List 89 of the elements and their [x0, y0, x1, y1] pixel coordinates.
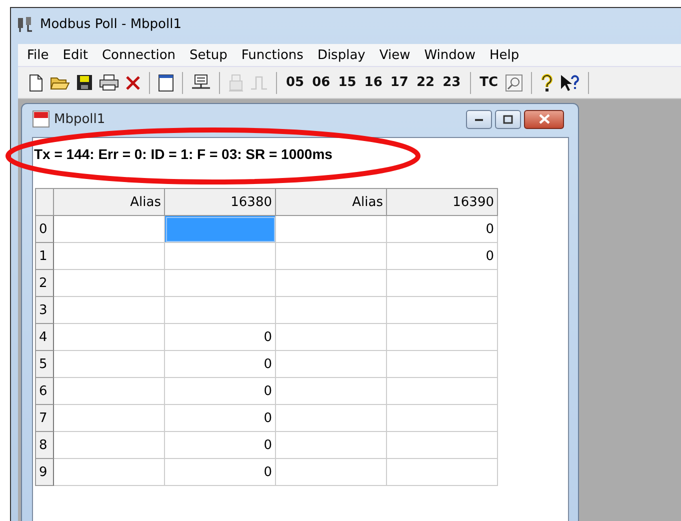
table-cell[interactable]: [387, 351, 498, 378]
table-cell[interactable]: [276, 378, 387, 405]
menu-item[interactable]: Connection: [94, 48, 183, 62]
close-button[interactable]: [524, 110, 564, 128]
table-cell[interactable]: [276, 297, 387, 324]
table-cell[interactable]: 0: [387, 243, 498, 270]
window-icon[interactable]: [158, 74, 174, 92]
table-cell[interactable]: [387, 459, 498, 486]
row-number: 4: [36, 324, 54, 351]
table-cell[interactable]: [165, 243, 276, 270]
row-number: 8: [36, 432, 54, 459]
close-icon: [538, 114, 550, 124]
minimize-button[interactable]: [466, 110, 492, 128]
table-cell[interactable]: [276, 351, 387, 378]
menu-item[interactable]: Setup: [182, 48, 234, 62]
table-cell[interactable]: [165, 216, 276, 243]
folder-icon[interactable]: [50, 74, 70, 90]
restore-button[interactable]: [495, 110, 521, 128]
status-text: Tx = 144: Err = 0: ID = 1: F = 03: SR = 1000ms: [34, 146, 332, 162]
table-cell[interactable]: [387, 297, 498, 324]
table-cell[interactable]: [276, 324, 387, 351]
table-cell[interactable]: [54, 378, 165, 405]
menu-item[interactable]: File: [20, 48, 56, 62]
table-cell[interactable]: [387, 432, 498, 459]
menu-item[interactable]: Display: [310, 48, 372, 62]
row-number: 5: [36, 351, 54, 378]
column-header: 16380: [165, 189, 276, 216]
child-window-title: Mbpoll1: [54, 112, 106, 126]
function-code-button[interactable]: 15: [337, 75, 358, 90]
menu-item[interactable]: Functions: [234, 48, 310, 62]
menu-item[interactable]: View: [372, 48, 418, 62]
context-help-icon[interactable]: [560, 74, 580, 92]
table-cell[interactable]: [54, 270, 165, 297]
row-number: 0: [36, 216, 54, 243]
row-number: 2: [36, 270, 54, 297]
column-header: Alias: [54, 189, 165, 216]
table-cell[interactable]: [54, 432, 165, 459]
menu-item[interactable]: Window: [417, 48, 482, 62]
table-cell[interactable]: [54, 324, 165, 351]
window-title: Modbus Poll - Mbpoll1: [40, 16, 182, 32]
table-cell[interactable]: [54, 459, 165, 486]
table-cell[interactable]: 0: [165, 378, 276, 405]
table-cell[interactable]: 0: [165, 351, 276, 378]
test-center-button[interactable]: TC: [478, 75, 500, 90]
function-code-button[interactable]: 16: [363, 75, 384, 90]
function-code-button[interactable]: 05: [285, 75, 306, 90]
row-number: 6: [36, 378, 54, 405]
row-number: 7: [36, 405, 54, 432]
table-cell[interactable]: [387, 378, 498, 405]
table-cell[interactable]: [276, 270, 387, 297]
table-cell[interactable]: [54, 297, 165, 324]
row-number: 3: [36, 297, 54, 324]
table-cell[interactable]: 0: [165, 324, 276, 351]
minimize-icon: [474, 116, 484, 122]
table-cell[interactable]: [165, 297, 276, 324]
table-cell[interactable]: [54, 351, 165, 378]
table-cell[interactable]: [387, 270, 498, 297]
table-cell[interactable]: [387, 405, 498, 432]
computer-icon[interactable]: [191, 74, 211, 92]
column-header: 16390: [387, 189, 498, 216]
app-icon: [17, 16, 34, 32]
delete-icon[interactable]: [125, 74, 141, 90]
table-cell[interactable]: [276, 243, 387, 270]
table-cell[interactable]: [276, 459, 387, 486]
table-cell[interactable]: [54, 243, 165, 270]
table-cell[interactable]: [54, 405, 165, 432]
printer-icon[interactable]: [99, 74, 119, 91]
restore-icon: [503, 114, 513, 124]
function-code-button[interactable]: 22: [415, 75, 436, 90]
table-cell[interactable]: [276, 216, 387, 243]
column-header: Alias: [276, 189, 387, 216]
new-file-icon[interactable]: [28, 74, 44, 92]
table-cell[interactable]: [165, 270, 276, 297]
table-cell[interactable]: 0: [165, 405, 276, 432]
function-code-button[interactable]: 17: [389, 75, 410, 90]
help-icon[interactable]: [540, 74, 554, 92]
menu-item[interactable]: Edit: [56, 48, 95, 62]
table-cell[interactable]: [276, 405, 387, 432]
menu-item[interactable]: Help: [482, 48, 526, 62]
table-cell[interactable]: 0: [165, 459, 276, 486]
document-icon: [32, 110, 50, 128]
row-number: 1: [36, 243, 54, 270]
table-cell[interactable]: [276, 432, 387, 459]
table-cell[interactable]: [387, 324, 498, 351]
row-number: 9: [36, 459, 54, 486]
table-cell[interactable]: 0: [387, 216, 498, 243]
function-code-button[interactable]: 06: [311, 75, 332, 90]
table-cell[interactable]: 0: [165, 432, 276, 459]
function-code-button[interactable]: 23: [442, 75, 462, 90]
